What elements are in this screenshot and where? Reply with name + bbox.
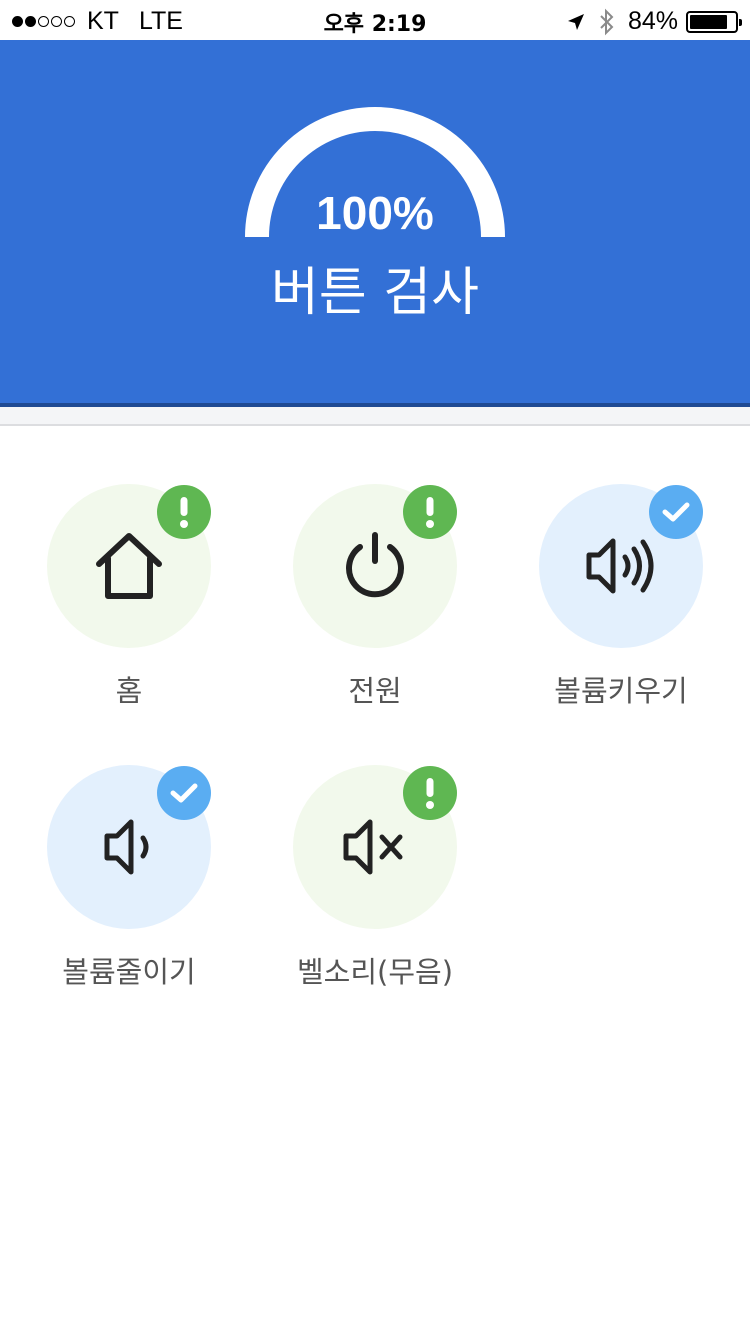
button-test-silent[interactable]: 벨소리(무음)	[275, 765, 475, 1005]
status-badge	[157, 766, 211, 820]
button-test-volume-down[interactable]: 볼륨줄이기	[29, 765, 229, 1005]
button-label: 볼륨키우기	[554, 674, 688, 708]
button-test-home[interactable]: 홈	[29, 484, 229, 724]
checkmark-icon	[170, 783, 198, 803]
battery-icon	[686, 10, 742, 33]
status-badge	[649, 485, 703, 539]
exclamation-icon	[426, 778, 434, 809]
page-title: 버튼 검사	[271, 263, 479, 323]
status-bar: KT LTE 오후 2:19 84%	[0, 0, 750, 40]
battery-level-fill	[690, 14, 727, 29]
button-label: 홈	[115, 674, 143, 708]
button-label: 벨소리(무음)	[296, 955, 454, 989]
bluetooth-icon	[600, 8, 614, 35]
button-label: 전원	[348, 674, 402, 708]
battery-percent: 84%	[627, 7, 678, 35]
location-arrow-icon	[567, 13, 584, 30]
home-icon	[96, 533, 162, 599]
section-divider	[0, 407, 750, 426]
volume-up-icon	[586, 538, 654, 594]
button-label: 볼륨줄이기	[62, 955, 196, 989]
status-bar-right: 84%	[566, 7, 742, 36]
volume-mute-icon	[343, 819, 403, 875]
volume-down-icon	[104, 819, 149, 875]
status-badge	[403, 485, 457, 539]
exclamation-icon	[180, 497, 188, 528]
status-badge	[157, 485, 211, 539]
status-badge	[403, 766, 457, 820]
power-icon	[346, 532, 404, 598]
exclamation-icon	[426, 497, 434, 528]
button-test-volume-up[interactable]: 볼륨키우기	[521, 484, 721, 724]
checkmark-icon	[662, 502, 690, 522]
progress-percent: 100%	[316, 187, 434, 239]
button-test-power[interactable]: 전원	[275, 484, 475, 724]
